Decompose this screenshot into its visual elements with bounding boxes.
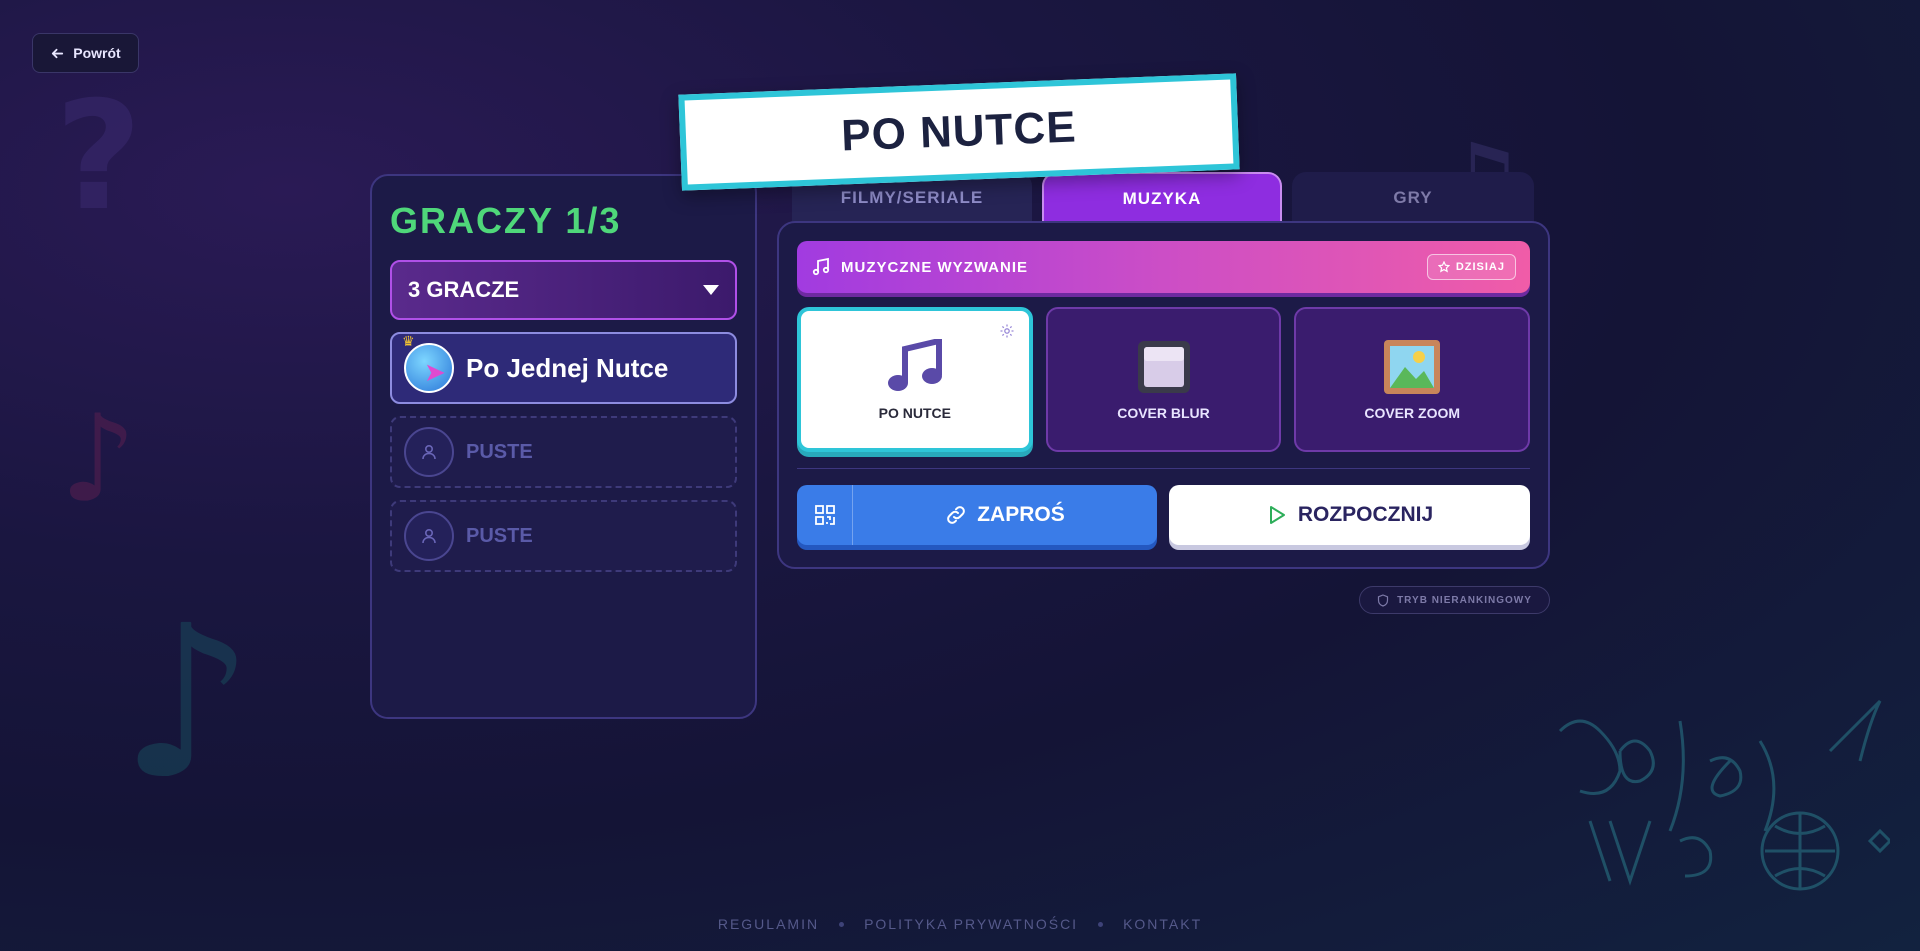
player-name: Po Jednej Nutce — [466, 352, 669, 383]
tab-games[interactable]: GRY — [1292, 172, 1534, 224]
privacy-link[interactable]: POLITYKA PRYWATNOŚCI — [864, 916, 1078, 932]
back-label: Powrót — [73, 45, 121, 61]
back-button[interactable]: Powrót — [32, 33, 139, 73]
framed-picture-icon — [1384, 339, 1441, 394]
game-mode-panel: MUZYCZNE WYZWANIE DZISIAJ PO NUTCE COVER… — [777, 221, 1550, 569]
avatar: ♛ ➤ — [402, 333, 454, 393]
footer: REGULAMIN POLITYKA PRYWATNOŚCI KONTAKT — [0, 916, 1920, 932]
gear-icon[interactable] — [999, 323, 1015, 339]
blur-square-icon — [1137, 340, 1190, 393]
daily-challenge-bar[interactable]: MUZYCZNE WYZWANIE DZISIAJ — [797, 241, 1530, 293]
brand-logo-watermark — [1558, 699, 1890, 891]
today-badge[interactable]: DZISIAJ — [1426, 254, 1516, 280]
contact-link[interactable]: KONTAKT — [1123, 916, 1202, 932]
music-note-decoration: ♪ — [120, 580, 255, 825]
players-panel: GRACZY 1/3 3 GRACZE ♛ ➤ Po Jednej Nutce … — [370, 174, 757, 719]
crown-icon: ♛ — [402, 333, 415, 349]
user-icon — [404, 511, 454, 561]
music-note-icon — [812, 257, 830, 276]
question-mark-decoration: ? — [55, 70, 143, 244]
music-note-decoration: ♪ — [60, 390, 137, 529]
star-icon — [1437, 261, 1450, 273]
separator-dot — [1098, 921, 1104, 927]
mode-card-po-nutce[interactable]: PO NUTCE — [797, 307, 1033, 452]
shield-icon — [1377, 593, 1389, 607]
terms-link[interactable]: REGULAMIN — [718, 916, 819, 932]
invite-button[interactable]: ZAPROŚ — [797, 485, 1157, 545]
start-button[interactable]: ROZPOCZNIJ — [1169, 485, 1530, 545]
empty-slot-label: PUSTE — [466, 524, 533, 547]
today-badge-label: DZISIAJ — [1455, 261, 1505, 273]
player-count-value: 3 GRACZE — [408, 277, 520, 302]
mode-card-cover-blur[interactable]: COVER BLUR — [1045, 307, 1282, 452]
player-slot: ♛ ➤ Po Jednej Nutce — [390, 332, 737, 404]
player-slot-empty[interactable]: PUSTE — [390, 416, 737, 488]
tab-music[interactable]: MUZYKA — [1042, 172, 1282, 224]
start-label: ROZPOCZNIJ — [1297, 503, 1434, 526]
mode-cards: PO NUTCE COVER BLUR COVER ZOOM — [797, 307, 1531, 452]
separator-dot — [839, 921, 845, 927]
challenge-label: MUZYCZNE WYZWANIE — [841, 258, 1028, 276]
music-notes-icon — [887, 338, 942, 391]
play-icon — [1269, 506, 1285, 524]
mode-card-cover-zoom[interactable]: COVER ZOOM — [1294, 307, 1531, 452]
arrow-left-icon — [52, 48, 64, 58]
player-slot-empty[interactable]: PUSTE — [390, 500, 737, 572]
link-icon — [947, 506, 966, 524]
mode-label: PO NUTCE — [878, 404, 951, 421]
qr-code-button[interactable] — [797, 485, 853, 545]
invite-label: ZAPROŚ — [977, 503, 1065, 526]
page-title: PO NUTCE — [840, 102, 1078, 161]
player-count-select[interactable]: 3 GRACZE — [390, 260, 737, 320]
action-buttons: ZAPROŚ ROZPOCZNIJ — [797, 485, 1530, 545]
mode-label: COVER ZOOM — [1364, 404, 1461, 421]
unranked-label: TRYB NIERANKINGOWY — [1397, 594, 1532, 606]
caret-down-icon — [703, 285, 719, 295]
empty-slot-label: PUSTE — [466, 440, 533, 463]
divider — [797, 468, 1530, 469]
qr-code-icon — [814, 505, 835, 525]
user-icon — [404, 427, 454, 477]
mode-label: COVER BLUR — [1117, 404, 1210, 421]
cursor-icon: ➤ — [424, 357, 446, 387]
unranked-mode-badge: TRYB NIERANKINGOWY — [1359, 586, 1550, 614]
players-count-heading: GRACZY 1/3 — [390, 200, 622, 241]
